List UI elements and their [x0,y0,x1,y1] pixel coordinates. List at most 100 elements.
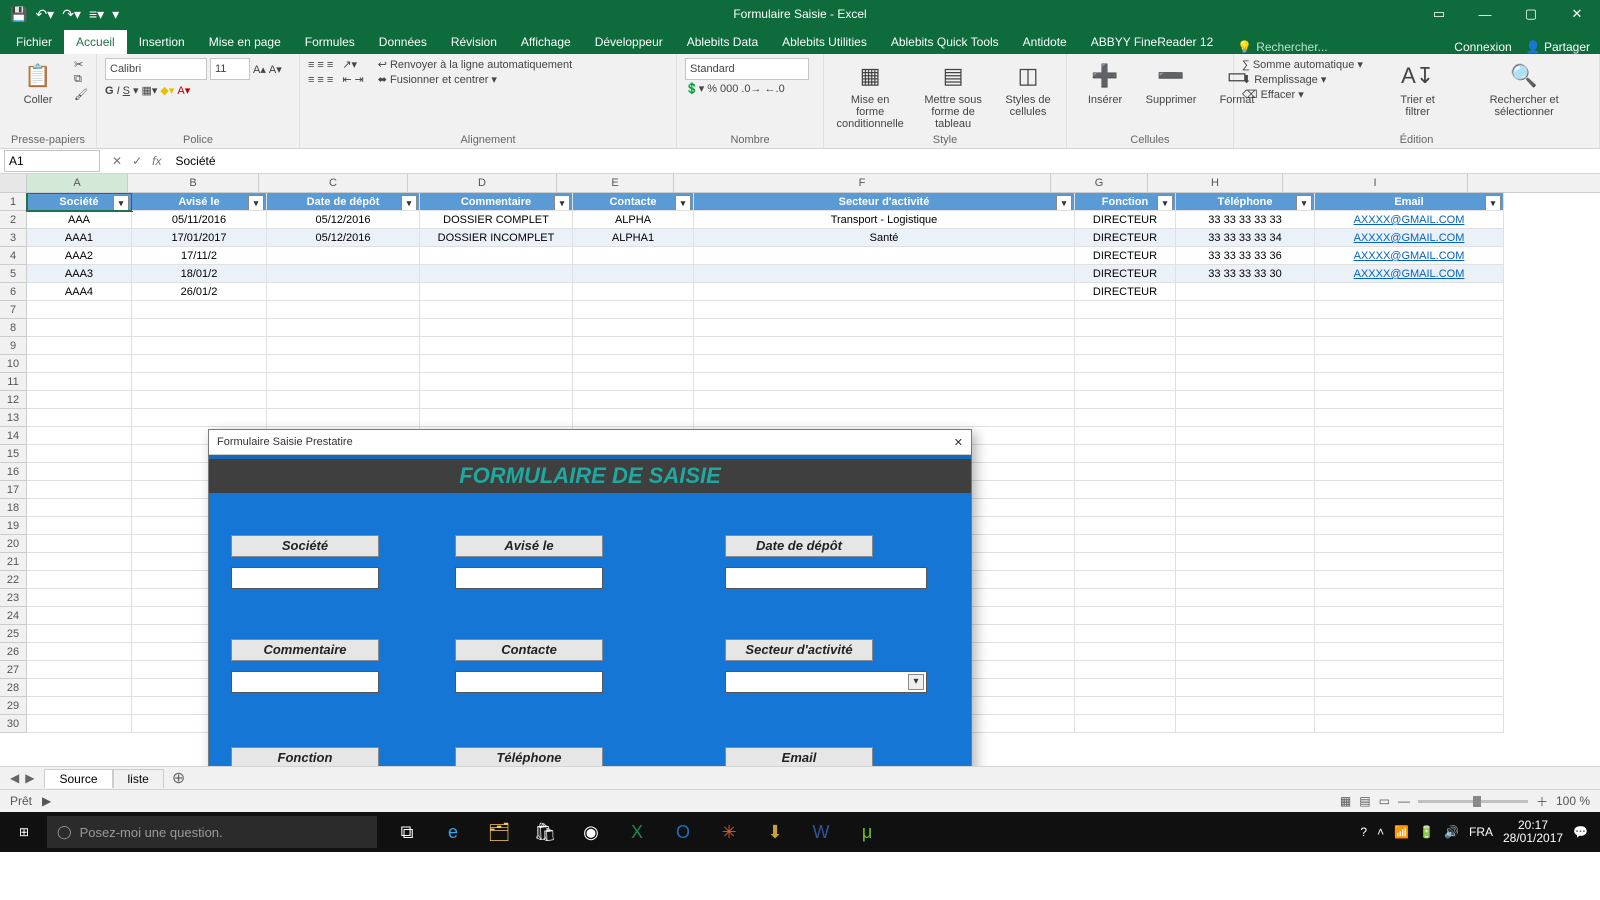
empty-cell[interactable] [694,301,1075,319]
empty-cell[interactable] [420,391,573,409]
row-header[interactable]: 25 [0,625,27,643]
empty-cell[interactable] [573,319,694,337]
empty-cell[interactable] [1075,337,1176,355]
wrap-text-button[interactable]: ↩Renvoyer à la ligne automatiquement [378,58,572,71]
cortana-search[interactable]: ◯Posez-moi une question. [47,816,377,848]
empty-cell[interactable] [27,517,132,535]
filter-dropdown-icon[interactable]: ▾ [675,195,691,211]
row-header[interactable]: 6 [0,283,27,301]
table-header-cell[interactable]: Secteur d'activité▾ [694,193,1075,211]
table-cell[interactable] [267,265,420,283]
empty-cell[interactable] [1315,643,1504,661]
empty-cell[interactable] [420,301,573,319]
table-cell[interactable]: DIRECTEUR [1075,283,1176,301]
col-header[interactable]: G [1051,174,1148,192]
empty-cell[interactable] [573,355,694,373]
empty-cell[interactable] [132,319,267,337]
row-header[interactable]: 18 [0,499,27,517]
table-cell[interactable] [420,247,573,265]
empty-cell[interactable] [1075,409,1176,427]
share-button[interactable]: 👤 Partager [1526,40,1590,54]
sheet-tab-source[interactable]: Source [44,769,112,788]
tray-chevron-icon[interactable]: ˄ [1377,825,1384,839]
copy-icon[interactable]: ⧉ [74,73,88,86]
tab-ablebits-data[interactable]: Ablebits Data [675,30,770,54]
empty-cell[interactable] [1315,445,1504,463]
ribbon-options-icon[interactable]: ▭ [1416,0,1462,28]
filter-dropdown-icon[interactable]: ▾ [401,195,417,211]
align-middle-icon[interactable]: ≡ [317,59,323,71]
table-cell[interactable] [573,283,694,301]
empty-cell[interactable] [1075,301,1176,319]
view-normal-icon[interactable]: ▦ [1340,794,1351,808]
input-societe[interactable] [231,567,379,589]
empty-cell[interactable] [1315,625,1504,643]
select-all-corner[interactable] [0,174,27,192]
empty-cell[interactable] [1315,607,1504,625]
empty-cell[interactable] [27,445,132,463]
table-cell[interactable]: Transport - Logistique [694,211,1075,229]
tab-layout[interactable]: Mise en page [197,30,293,54]
tab-ablebits-quick[interactable]: Ablebits Quick Tools [879,30,1011,54]
minimize-icon[interactable]: — [1462,0,1508,28]
row-header[interactable]: 10 [0,355,27,373]
enter-formula-icon[interactable]: ✓ [132,154,142,168]
table-cell[interactable]: AAA3 [27,265,132,283]
row-header[interactable]: 30 [0,715,27,733]
empty-cell[interactable] [573,301,694,319]
col-header[interactable]: A [27,174,128,192]
tab-ablebits-util[interactable]: Ablebits Utilities [770,30,879,54]
empty-cell[interactable] [1315,337,1504,355]
row-header[interactable]: 17 [0,481,27,499]
empty-cell[interactable] [27,571,132,589]
increase-font-icon[interactable]: A▴ [253,63,266,76]
tab-insert[interactable]: Insertion [127,30,197,54]
empty-cell[interactable] [1075,607,1176,625]
empty-cell[interactable] [1176,625,1315,643]
empty-cell[interactable] [1315,535,1504,553]
table-cell[interactable]: 18/01/2 [132,265,267,283]
tab-antidote[interactable]: Antidote [1011,30,1079,54]
empty-cell[interactable] [1075,481,1176,499]
tab-review[interactable]: Révision [439,30,509,54]
empty-cell[interactable] [1315,697,1504,715]
table-cell[interactable] [573,265,694,283]
col-header[interactable]: H [1148,174,1283,192]
empty-cell[interactable] [694,355,1075,373]
empty-cell[interactable] [1315,517,1504,535]
empty-cell[interactable] [1315,715,1504,733]
empty-cell[interactable] [132,373,267,391]
font-size-select[interactable]: 11 [210,58,250,80]
empty-cell[interactable] [1176,391,1315,409]
explorer-icon[interactable]: 🗂 [479,812,519,852]
empty-cell[interactable] [27,499,132,517]
table-cell[interactable]: DOSSIER INCOMPLET [420,229,573,247]
table-cell[interactable] [694,265,1075,283]
filter-dropdown-icon[interactable]: ▾ [1157,195,1173,211]
bullets-icon[interactable]: ≡▾ [89,6,104,23]
col-header[interactable]: D [408,174,557,192]
empty-cell[interactable] [1075,319,1176,337]
row-header[interactable]: 13 [0,409,27,427]
empty-cell[interactable] [1075,391,1176,409]
empty-cell[interactable] [1075,373,1176,391]
table-cell[interactable] [694,283,1075,301]
utorrent-icon[interactable]: μ [847,812,887,852]
empty-cell[interactable] [1315,427,1504,445]
table-header-cell[interactable]: Société▾ [27,193,132,211]
table-cell[interactable] [1176,283,1315,301]
empty-cell[interactable] [573,337,694,355]
autosum-button[interactable]: ∑Somme automatique▾ [1242,58,1378,71]
zoom-in-icon[interactable]: ＋ [1536,793,1548,810]
empty-cell[interactable] [1176,643,1315,661]
empty-cell[interactable] [1315,301,1504,319]
table-cell[interactable]: 05/12/2016 [267,229,420,247]
maximize-icon[interactable]: ▢ [1508,0,1554,28]
empty-cell[interactable] [27,409,132,427]
tab-formulas[interactable]: Formules [293,30,367,54]
empty-cell[interactable] [27,337,132,355]
empty-cell[interactable] [420,373,573,391]
combo-secteur[interactable] [725,671,927,693]
empty-cell[interactable] [267,409,420,427]
tab-developer[interactable]: Développeur [583,30,675,54]
